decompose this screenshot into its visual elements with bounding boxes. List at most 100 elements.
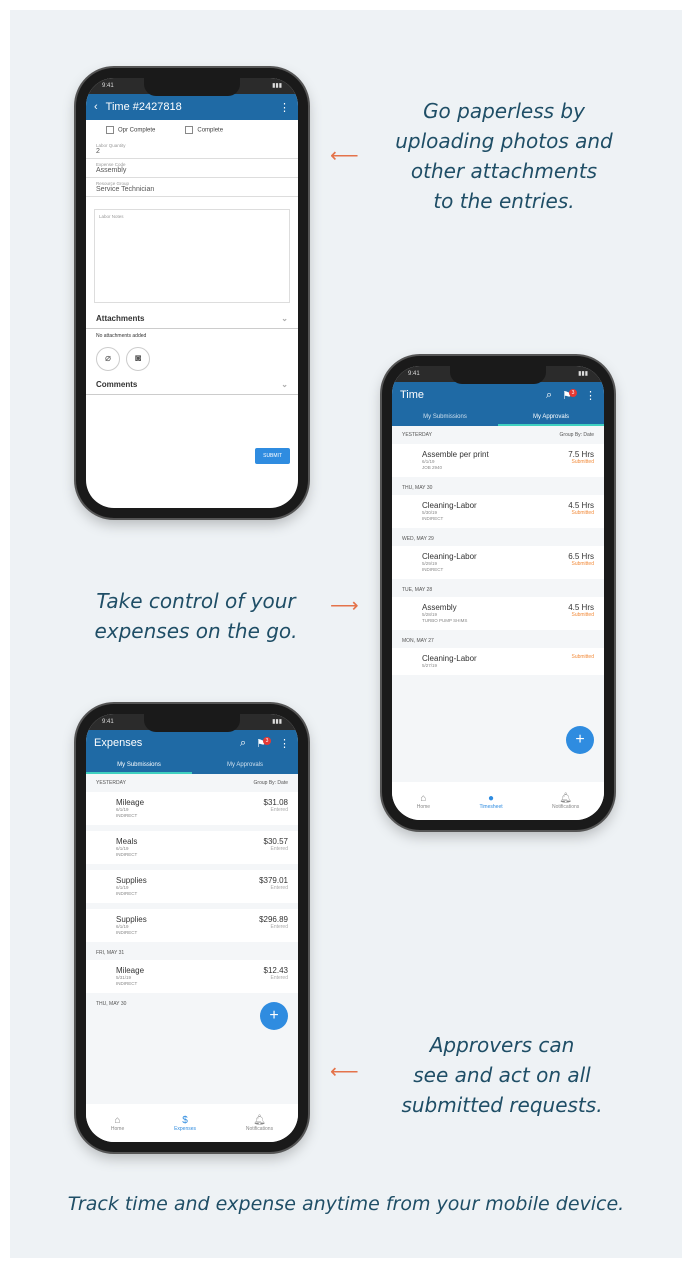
entry-name: Assembly: [422, 603, 457, 612]
day-label: THU, MAY 30: [402, 485, 433, 491]
nav-timesheet[interactable]: ● Timesheet: [479, 793, 502, 810]
add-button[interactable]: +: [566, 726, 594, 754]
page-title: Time: [400, 389, 425, 401]
status-badge: Entered: [270, 924, 288, 930]
more-vert-icon[interactable]: ⋮: [279, 101, 290, 114]
more-vert-icon[interactable]: ⋮: [279, 737, 290, 750]
entry-amount: 4.5 Hrs: [568, 603, 594, 612]
bell-icon: 🔔︎: [559, 792, 572, 804]
entry-detail: INDIRECT: [116, 891, 138, 896]
flag-icon[interactable]: ⚑3: [256, 736, 271, 750]
entry-detail: INDIRECT: [116, 930, 138, 935]
nav-home[interactable]: ⌂ Home: [417, 793, 430, 810]
entry-detail: INDIRECT: [422, 516, 444, 521]
list-item[interactable]: Cleaning-Labor 5/27/19 Submitted: [392, 648, 604, 675]
back-arrow-icon[interactable]: ‹: [94, 101, 98, 113]
app-bar: Expenses ⌕ ⚑3 ⋮: [86, 730, 298, 756]
entry-detail: INDIRECT: [116, 852, 138, 857]
nav-label: Home: [416, 803, 431, 810]
submit-button[interactable]: SUBMIT: [255, 448, 290, 464]
tab-my-submissions[interactable]: My Submissions: [392, 408, 498, 426]
chevron-down-icon: ⌄: [281, 380, 288, 389]
nav-home[interactable]: ⌂ Home: [111, 1115, 124, 1132]
nav-expenses[interactable]: $ Expenses: [174, 1115, 196, 1132]
caption-line: see and act on all: [413, 1063, 591, 1087]
nav-label: Expenses: [174, 1125, 197, 1132]
entry-amount: $31.08: [263, 798, 288, 807]
group-by-select[interactable]: Group By: Date: [254, 780, 288, 786]
app-bar: Time ⌕ ⚑3 ⋮: [392, 382, 604, 408]
entry-info: Meals 6/1/19 INDIRECT: [116, 837, 137, 858]
list-item[interactable]: Assemble per print 6/1/19 JOB 2940 7.5 Hrs S…: [392, 444, 604, 477]
entry-info: Supplies 6/1/19 INDIRECT: [116, 915, 147, 936]
entry-amount-block: $31.08 Entered: [264, 798, 288, 819]
tab-my-approvals[interactable]: My Approvals: [192, 756, 298, 774]
entry-amount-block: $379.01 Entered: [259, 876, 288, 897]
caption-line: Go paperless by: [423, 99, 585, 123]
footer-caption: Track time and expense anytime from your…: [67, 1193, 625, 1215]
opr-complete-checkbox[interactable]: Opr Complete: [106, 126, 155, 134]
caption-paperless: Go paperless by uploading photos and oth…: [372, 96, 636, 216]
nav-label: Notifications: [552, 803, 580, 810]
caption-line: uploading photos and: [395, 129, 613, 153]
entry-amount-block: $30.57 Entered: [264, 837, 288, 858]
nav-label: Home: [110, 1125, 125, 1132]
expense-code-select[interactable]: Expense Code Assembly: [86, 159, 298, 178]
labor-notes-textarea[interactable]: Labor Notes: [94, 209, 290, 303]
notification-badge: 3: [263, 736, 271, 745]
caption-line: expenses on the go.: [94, 619, 298, 643]
nav-notifications[interactable]: 🔔︎ Notifications: [552, 793, 579, 810]
list-item[interactable]: Cleaning-Labor 5/30/19 INDIRECT 4.5 Hrs Subm…: [392, 495, 604, 528]
complete-checkbox[interactable]: Complete: [185, 126, 223, 134]
tab-my-submissions[interactable]: My Submissions: [86, 756, 192, 774]
entry-amount-block: $296.89 Entered: [259, 915, 288, 936]
comments-header[interactable]: Comments ⌄: [86, 375, 298, 395]
entry-amount: $12.43: [263, 966, 288, 975]
tab-my-approvals[interactable]: My Approvals: [498, 408, 604, 426]
group-by-select[interactable]: Group By: Date: [560, 432, 594, 438]
list-item[interactable]: Mileage 5/31/19 INDIRECT $12.43 Entered: [86, 960, 298, 993]
search-icon[interactable]: ⌕: [240, 737, 246, 750]
entry-info: Cleaning-Labor 5/29/19 INDIRECT: [422, 552, 477, 573]
entry-name: Cleaning-Labor: [422, 552, 477, 561]
attachments-header[interactable]: Attachments ⌄: [86, 309, 298, 329]
attachment-buttons: ⌀ ◙: [86, 343, 298, 375]
entry-name: Meals: [116, 837, 138, 846]
entry-name: Cleaning-Labor: [422, 501, 477, 510]
paperclip-icon[interactable]: ⌀: [96, 347, 120, 371]
entry-amount: 4.5 Hrs: [568, 501, 594, 510]
field-value: 2: [96, 148, 100, 155]
labor-quantity-field[interactable]: Labor Quantity 2: [86, 140, 298, 159]
tab-bar: My Submissions My Approvals: [392, 408, 604, 426]
arrow-right-icon: ⟶: [330, 595, 359, 617]
status-badge: Entered: [270, 807, 288, 813]
entry-info: Assemble per print 6/1/19 JOB 2940: [422, 450, 489, 471]
list-item[interactable]: Assembly 5/28/19 TURBO PUMP SHIMS 4.5 Hrs Su…: [392, 597, 604, 630]
nav-notifications[interactable]: 🔔︎ Notifications: [246, 1115, 273, 1132]
camera-icon[interactable]: ◙: [126, 347, 150, 371]
status-badge: Entered: [270, 885, 288, 891]
day-label: YESTERDAY: [96, 780, 126, 786]
list-item[interactable]: Meals 6/1/19 INDIRECT $30.57 Entered: [86, 831, 298, 864]
list-item[interactable]: Supplies 6/1/19 INDIRECT $296.89 Entered: [86, 909, 298, 942]
arrow-left-icon: ⟵: [330, 145, 359, 167]
caption-line: other attachments: [410, 159, 598, 183]
add-button[interactable]: +: [260, 1002, 288, 1030]
caption-line: submitted requests.: [401, 1093, 603, 1117]
entry-detail: INDIRECT: [116, 813, 138, 818]
more-vert-icon[interactable]: ⋮: [585, 389, 596, 402]
day-label: FRI, MAY 31: [96, 950, 125, 956]
phone-screen: 9:41 ▮▮▮ ‹ Time #2427818 ⋮ Opr Complete C…: [86, 78, 298, 508]
entry-amount: 6.5 Hrs: [568, 552, 594, 561]
bottom-nav: ⌂ Home ● Timesheet 🔔︎ Notifications: [392, 782, 604, 820]
list-item[interactable]: Mileage 6/1/19 INDIRECT $31.08 Entered: [86, 792, 298, 825]
phone-screen: 9:41 ▮▮▮ Time ⌕ ⚑3 ⋮ My Submissions My Ap…: [392, 366, 604, 820]
list-item[interactable]: Supplies 6/1/19 INDIRECT $379.01 Entered: [86, 870, 298, 903]
bottom-nav: ⌂ Home $ Expenses 🔔︎ Notifications: [86, 1104, 298, 1142]
search-icon[interactable]: ⌕: [546, 389, 552, 402]
entry-list: Mileage 6/1/19 INDIRECT $31.08 Entered Meals 6…: [86, 792, 298, 1011]
list-item[interactable]: Cleaning-Labor 5/29/19 INDIRECT 6.5 Hrs Subm…: [392, 546, 604, 579]
flag-icon[interactable]: ⚑3: [562, 388, 577, 402]
day-label: WED, MAY 29: [402, 536, 434, 542]
resource-group-select[interactable]: Resource Group Service Technician: [86, 178, 298, 197]
